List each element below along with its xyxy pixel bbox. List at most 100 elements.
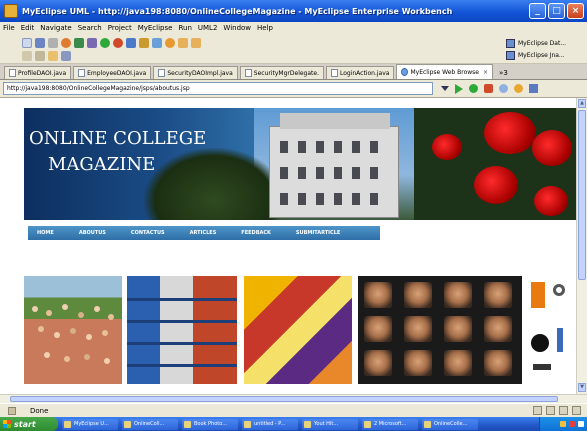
scroll-down-icon[interactable]: ▼ <box>578 383 586 392</box>
minimize-button[interactable]: _ <box>529 3 546 19</box>
perspective-java[interactable]: MyEclipse Jna... <box>506 49 584 61</box>
ea-logo <box>531 334 549 352</box>
forward-icon[interactable] <box>499 84 508 93</box>
java-file-icon <box>78 69 86 77</box>
globe-icon <box>401 68 409 76</box>
nav-contactus[interactable]: CONTACTUS <box>131 230 165 236</box>
maximize-button[interactable]: □ <box>548 3 565 19</box>
gear-logo <box>553 284 565 296</box>
back-nav-icon[interactable] <box>178 38 188 48</box>
home-icon[interactable] <box>529 84 538 93</box>
stop-icon[interactable] <box>484 84 493 93</box>
menu-edit[interactable]: Edit <box>21 24 35 32</box>
navigate-forward-icon[interactable] <box>61 51 71 61</box>
run-icon[interactable] <box>100 38 110 48</box>
menu-uml2[interactable]: UML2 <box>198 24 218 32</box>
menu-file[interactable]: File <box>3 24 15 32</box>
tab-employeedaoi[interactable]: EmployeeDAOI.java <box>73 66 152 79</box>
close-tab-icon[interactable]: × <box>483 69 488 76</box>
scroll-up-icon[interactable]: ▲ <box>578 99 586 108</box>
taskbar-item[interactable]: Yout Hit... <box>302 418 358 430</box>
sponsor-logos <box>529 276 574 384</box>
search-icon[interactable] <box>152 38 162 48</box>
pillar-logo <box>557 328 563 352</box>
status-tray-icon-2[interactable] <box>546 406 555 415</box>
taskbar-item[interactable]: untitled - P... <box>242 418 298 430</box>
go-icon[interactable] <box>455 83 463 94</box>
menu-search[interactable]: Search <box>78 24 102 32</box>
vertical-scrollbar[interactable]: ▲ ▼ <box>576 98 587 394</box>
save-icon[interactable] <box>35 38 45 48</box>
taskbar-item[interactable]: MyEclipse U... <box>62 418 118 430</box>
close-button[interactable]: × <box>567 3 584 19</box>
tab-profiledaoi[interactable]: ProfileDAOI.java <box>4 66 72 79</box>
status-text: Done <box>30 406 49 415</box>
tabs-overflow[interactable]: »3 <box>499 66 508 79</box>
window-title: MyEclipse UML - http://java198:8080/Onli… <box>22 6 453 16</box>
faces-collage <box>358 276 522 384</box>
java-perspective-icon <box>506 50 515 60</box>
horizontal-scroll-thumb[interactable] <box>10 396 558 402</box>
debug-icon[interactable] <box>61 38 71 48</box>
taskbar-item[interactable]: Book Photo... <box>182 418 238 430</box>
taskbar-item[interactable]: OnlineColl... <box>122 418 178 430</box>
tray-icon[interactable] <box>578 421 584 427</box>
start-button[interactable]: start <box>0 417 58 431</box>
home-icon[interactable] <box>35 51 45 61</box>
tab-securitydaoimpl[interactable]: SecurityDAOImpl.java <box>153 66 238 79</box>
tray-icon[interactable] <box>560 421 566 427</box>
new-java-icon[interactable] <box>126 38 136 48</box>
java-file-icon <box>158 69 166 77</box>
database-icon <box>506 38 515 48</box>
perspective-switcher: MyEclipse Dat... MyEclipse Jna... <box>506 37 584 61</box>
java-file-icon <box>331 69 338 77</box>
nav-submitarticle[interactable]: SUBMITARTICLE <box>296 230 340 236</box>
java-file-icon <box>244 69 252 77</box>
refresh-icon[interactable] <box>22 51 32 61</box>
nav-home[interactable]: HOME <box>37 230 54 236</box>
deploy-icon[interactable] <box>87 38 97 48</box>
horizontal-scrollbar[interactable] <box>0 394 587 403</box>
navigate-back-icon[interactable] <box>48 51 58 61</box>
menu-myeclipse[interactable]: MyEclipse <box>138 24 173 32</box>
refresh-icon[interactable] <box>514 84 523 93</box>
tray-icon[interactable] <box>569 421 575 427</box>
tab-securitymgrdelegate[interactable]: SecurityMgrDelegate. <box>239 66 324 79</box>
forward-nav-icon[interactable] <box>191 38 201 48</box>
nav-aboutus[interactable]: ABOUTUS <box>79 230 106 236</box>
status-icon <box>8 407 16 415</box>
url-field[interactable]: http://java198:8080/OnlineCollegeMagazin… <box>3 82 433 95</box>
server-icon[interactable] <box>74 38 84 48</box>
taskbar-item[interactable]: 2 Microsoft... <box>362 418 418 430</box>
back-icon[interactable] <box>469 84 478 93</box>
taskbar-item[interactable]: OnlineColle... <box>422 418 478 430</box>
new-icon[interactable] <box>22 38 32 48</box>
print-icon[interactable] <box>48 38 58 48</box>
open-type-icon[interactable] <box>139 38 149 48</box>
vertical-scroll-thumb[interactable] <box>578 110 586 280</box>
menu-navigate[interactable]: Navigate <box>40 24 71 32</box>
menu-run[interactable]: Run <box>178 24 191 32</box>
nav-articles[interactable]: ARTICLES <box>190 230 217 236</box>
tab-web-browser[interactable]: MyEclipse Web Browse × <box>396 64 494 79</box>
orange-logo <box>531 282 545 308</box>
windows-taskbar: start MyEclipse U... OnlineColl... Book … <box>0 417 587 431</box>
status-tray-icon-1[interactable] <box>533 406 542 415</box>
status-tray-icon-3[interactable] <box>559 406 568 415</box>
menu-window[interactable]: Window <box>223 24 251 32</box>
window-title-bar[interactable]: MyEclipse UML - http://java198:8080/Onli… <box>0 0 587 22</box>
browser-icon[interactable] <box>165 38 175 48</box>
dropdown-icon[interactable] <box>441 86 449 91</box>
java-file-icon <box>9 69 16 77</box>
colorful-art-photo <box>244 276 352 384</box>
system-tray <box>539 417 587 431</box>
magazine-banner: ONLINE COLLEGE MAGAZINE <box>24 108 576 220</box>
run-external-icon[interactable] <box>113 38 123 48</box>
status-bar: Done <box>0 403 587 417</box>
perspective-database[interactable]: MyEclipse Dat... <box>506 37 584 49</box>
nav-feedback[interactable]: FEEDBACK <box>241 230 271 236</box>
menu-project[interactable]: Project <box>108 24 132 32</box>
tab-loginaction[interactable]: LoginAction.java <box>326 66 395 79</box>
menu-help[interactable]: Help <box>257 24 273 32</box>
status-tray-icon-4[interactable] <box>572 406 581 415</box>
